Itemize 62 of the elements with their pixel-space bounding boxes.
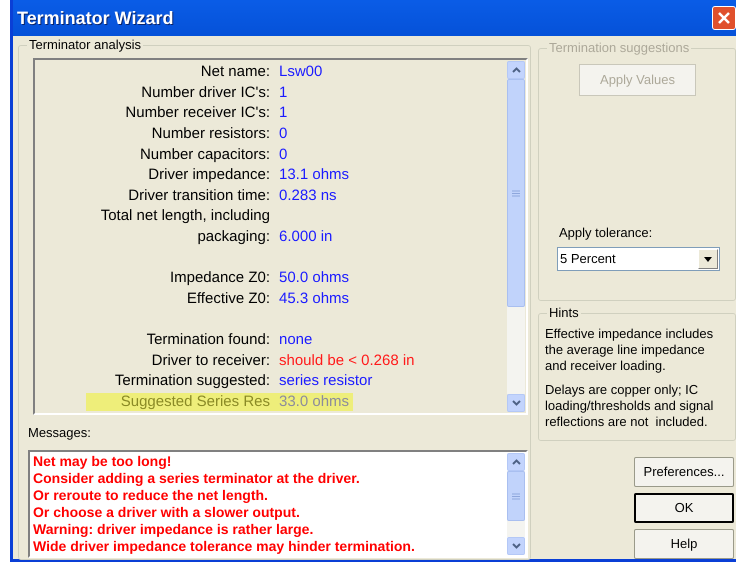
scrollbar-thumb[interactable]	[507, 471, 525, 521]
field-label: Driver to receiver:	[150, 352, 270, 370]
field-label: Effective Z0:	[186, 290, 270, 308]
dialog-button[interactable]: OK	[634, 493, 734, 523]
dialog-button[interactable]: Preferences...	[634, 457, 734, 487]
field-label: Suggested Series Res	[120, 392, 270, 411]
field-label: Termination found:	[146, 331, 270, 350]
message-line: Or reroute to reduce the net length.	[33, 487, 269, 504]
message-line: Wide driver impedance tolerance may hinder termination.	[33, 538, 416, 555]
messages-label: Messages:	[28, 425, 92, 441]
field-value: series resistor	[279, 372, 372, 390]
field-value: 45.3 ohms	[279, 290, 350, 308]
field-label: packaging:	[196, 228, 270, 246]
hint-text: Delays are copper only; IC loading/thresholds and signal reflections are not included.	[545, 382, 714, 430]
field-value: 50.0 ohms	[279, 269, 350, 288]
field-label: Driver impedance:	[147, 166, 270, 184]
tolerance-label: Apply tolerance:	[559, 225, 654, 241]
field-value: should be < 0.268 in	[279, 352, 415, 370]
field-value: 0	[279, 146, 288, 164]
close-icon	[717, 11, 731, 25]
dialog-button[interactable]: Help	[634, 529, 734, 559]
grip-icon	[512, 492, 520, 500]
field-value: 33.0 ohms	[279, 392, 350, 411]
scroll-up-button[interactable]	[507, 453, 525, 471]
field-value: 0.283 ns	[279, 186, 337, 205]
group-title: Terminator analysis	[27, 37, 143, 53]
field-label: Driver transition time:	[127, 186, 270, 205]
chevron-up-icon	[512, 459, 520, 465]
field-label: Total net length, including	[100, 207, 270, 226]
scroll-down-button[interactable]	[507, 537, 525, 555]
chevron-down-icon	[512, 400, 520, 406]
caret-icon	[704, 256, 712, 262]
field-value: 1	[279, 104, 288, 122]
window-title: Terminator Wizard	[17, 6, 174, 30]
message-line: Consider adding a series terminator at the driver.	[33, 470, 361, 487]
close-button[interactable]	[712, 6, 736, 30]
field-label: Number driver IC's:	[140, 84, 270, 102]
scroll-down-button[interactable]	[507, 394, 525, 412]
message-line: Net may be too long!	[33, 453, 172, 470]
field-value: none	[279, 331, 312, 350]
dropdown-button[interactable]	[698, 249, 718, 269]
field-label: Number resistors:	[150, 125, 270, 144]
message-line: Or choose a driver with a slower output.	[33, 504, 301, 521]
scrollbar-thumb[interactable]	[507, 79, 525, 307]
group-title: Termination suggestions	[547, 40, 692, 56]
grip-icon	[512, 190, 520, 196]
chevron-up-icon	[512, 67, 520, 73]
field-value: 1	[279, 84, 288, 102]
field-value: 13.1 ohms	[279, 166, 350, 184]
scroll-up-button[interactable]	[507, 61, 525, 79]
field-value: 0	[279, 125, 288, 144]
field-label: Number receiver IC's:	[124, 104, 270, 122]
field-label: Number capacitors:	[138, 146, 270, 164]
dropdown-value: 5 Percent	[559, 250, 617, 268]
field-label: Termination suggested:	[114, 372, 270, 390]
chevron-down-icon	[512, 543, 520, 549]
field-label: Impedance Z0:	[168, 269, 270, 288]
field-label: Net name:	[200, 63, 270, 82]
hint-text: Effective impedance includes the average line impedance and receiver loading.	[545, 326, 714, 374]
field-value: 6.000 in	[279, 228, 332, 246]
message-line: Warning: driver impedance is rather large.	[33, 521, 314, 538]
field-value: Lsw00	[279, 63, 322, 82]
